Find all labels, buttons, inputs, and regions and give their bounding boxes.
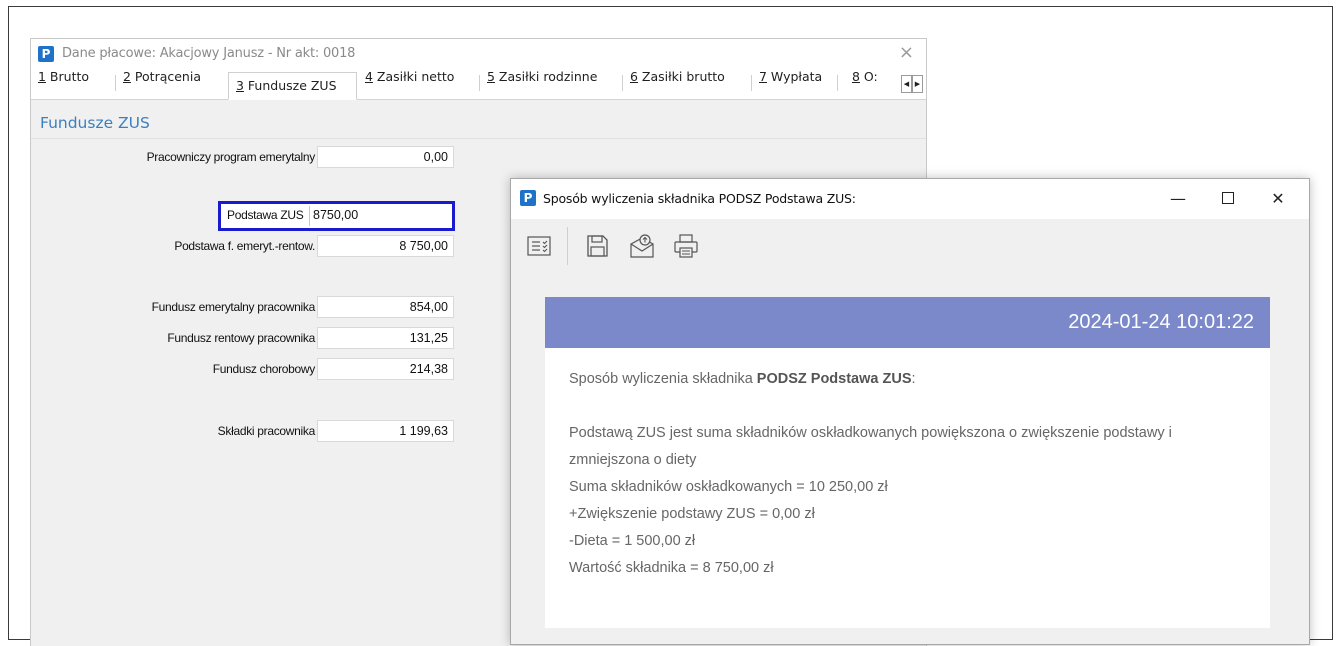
tab-accesskey: 5	[487, 69, 495, 84]
tab-label: Brutto	[45, 69, 90, 84]
app-logo-icon: P	[38, 46, 54, 62]
podstawa-zus-highlight: Podstawa ZUS 8750,00	[218, 201, 455, 231]
report-line-diet: -Dieta = 1 500,00 zł	[569, 533, 696, 549]
maximize-icon[interactable]	[1213, 187, 1243, 211]
window-titlebar: P Dane płacowe: Akacjowy Janusz - Nr akt…	[31, 39, 926, 69]
tab-accesskey: 1	[38, 69, 46, 84]
close-icon[interactable]: ×	[899, 42, 914, 63]
report-timestamp: 2024-01-24 10:01:22	[545, 297, 1270, 348]
app-logo-icon: P	[520, 190, 536, 206]
save-icon[interactable]	[583, 232, 611, 260]
popup-title: Sposób wyliczenia składnika PODSZ Podsta…	[543, 191, 856, 206]
tab-scroll-right-icon[interactable]: ▶	[912, 75, 923, 93]
fundusz-chorobowy-label: Fundusz chorobowy	[212, 362, 316, 376]
section-title: Fundusze ZUS	[40, 114, 150, 132]
report-line-increase: +Zwiększenie podstawy ZUS = 0,00 zł	[569, 506, 815, 522]
tab-zasilki-brutto[interactable]: 6 Zasiłki brutto	[623, 69, 752, 99]
tab-bar: 1 Brutto 2 Potrącenia 3 Fundusze ZUS 4 Z…	[31, 69, 926, 100]
podstawa-zus-field[interactable]: 8750,00	[313, 208, 358, 222]
tab-accesskey: 3	[236, 78, 244, 93]
report-description: Podstawą ZUS jest suma składników oskład…	[569, 425, 1172, 468]
ppe-label: Pracowniczy program emerytalny	[146, 150, 316, 164]
calculation-method-window: P Sposób wyliczenia składnika PODSZ Pods…	[510, 178, 1310, 645]
ppe-field[interactable]: 0,00	[317, 146, 454, 168]
tab-label: Wypłata	[766, 69, 823, 84]
tab-accesskey: 4	[365, 69, 373, 84]
fundusz-chorobowy-field[interactable]: 214,38	[317, 358, 454, 380]
podstawa-fer-label: Podstawa f. emeryt.-rentow.	[174, 239, 315, 253]
tab-accesskey: 2	[123, 69, 131, 84]
tab-label: Zasiłki brutto	[637, 69, 725, 84]
tab-wyplata[interactable]: 7 Wypłata	[752, 69, 838, 99]
intro-suffix: :	[911, 371, 916, 387]
report-intro: Sposób wyliczenia składnika PODSZ Podsta…	[569, 366, 1246, 393]
tab-fundusze-zus[interactable]: 3 Fundusze ZUS	[228, 72, 357, 100]
popup-toolbar	[511, 219, 1309, 273]
tab-scroll-left-icon[interactable]: ◀	[901, 75, 912, 93]
popup-titlebar: P Sposób wyliczenia składnika PODSZ Pods…	[511, 179, 1309, 219]
fundusz-emerytalny-field[interactable]: 854,00	[317, 296, 454, 318]
tab-label: O:	[859, 69, 878, 84]
window-title: Dane płacowe: Akacjowy Janusz - Nr akt: …	[62, 46, 356, 61]
tab-accesskey: 8	[852, 69, 860, 84]
podstawa-zus-label: Podstawa ZUS	[227, 208, 304, 222]
report-line-value: Wartość składnika = 8 750,00 zł	[569, 560, 774, 576]
list-icon[interactable]	[525, 232, 553, 260]
print-icon[interactable]	[672, 232, 700, 260]
tab-zasilki-rodzinne[interactable]: 5 Zasiłki rodzinne	[480, 69, 623, 99]
podstawa-fer-field[interactable]: 8 750,00	[317, 235, 454, 257]
tab-8[interactable]: 8 O:	[845, 69, 901, 99]
tab-label: Fundusze ZUS	[243, 78, 337, 93]
report-body: Sposób wyliczenia składnika PODSZ Podsta…	[545, 348, 1270, 628]
tab-scroll: ◀ ▶	[901, 75, 923, 93]
report-line-sum: Suma składników oskładkowanych = 10 250,…	[569, 479, 888, 495]
fundusz-emerytalny-label: Fundusz emerytalny pracownika	[151, 300, 316, 314]
email-icon[interactable]	[628, 232, 656, 260]
minimize-icon[interactable]: —	[1163, 187, 1193, 211]
fundusz-rentowy-label: Fundusz rentowy pracownika	[167, 331, 315, 345]
skladki-field[interactable]: 1 199,63	[317, 420, 454, 442]
toolbar-separator	[567, 227, 568, 265]
intro-prefix: Sposób wyliczenia składnika	[569, 371, 757, 387]
report-area: 2024-01-24 10:01:22 Sposób wyliczenia sk…	[511, 273, 1309, 644]
component-name: PODSZ Podstawa ZUS	[756, 371, 912, 387]
tab-label: Zasiłki rodzinne	[494, 69, 598, 84]
tab-label: Zasiłki netto	[372, 69, 455, 84]
tab-accesskey: 6	[630, 69, 638, 84]
field-separator	[309, 206, 310, 226]
tab-label: Potrącenia	[130, 69, 201, 84]
fundusz-rentowy-field[interactable]: 131,25	[317, 327, 454, 349]
close-icon[interactable]: ✕	[1263, 187, 1293, 211]
tab-brutto[interactable]: 1 Brutto	[31, 69, 116, 99]
tab-accesskey: 7	[759, 69, 767, 84]
tab-potracenia[interactable]: 2 Potrącenia	[116, 69, 228, 99]
skladki-label: Składki pracownika	[217, 424, 316, 438]
section-divider	[31, 138, 926, 139]
tab-zasilki-netto[interactable]: 4 Zasiłki netto	[358, 69, 480, 99]
